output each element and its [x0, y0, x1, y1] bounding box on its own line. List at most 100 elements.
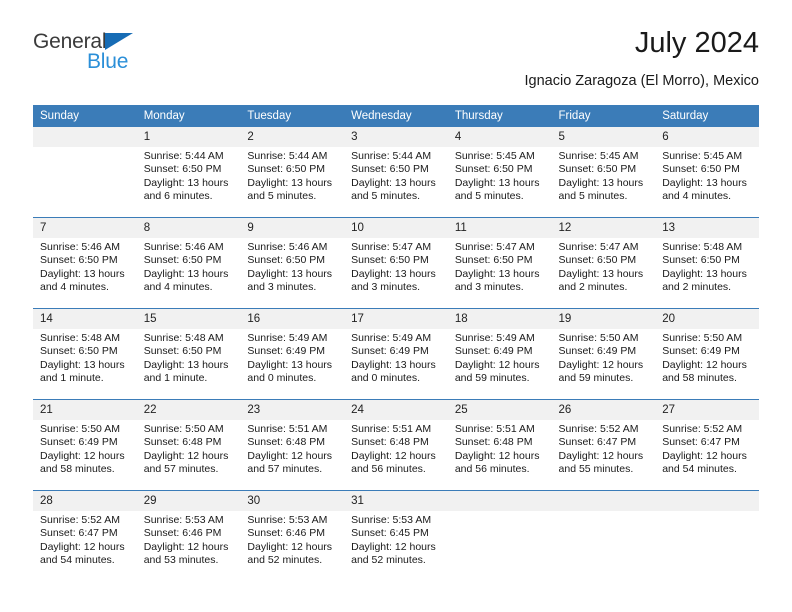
day-details: Sunrise: 5:52 AM Sunset: 6:47 PM Daylight:…	[552, 420, 656, 477]
calendar-day-cell[interactable]: 21 Sunrise: 5:50 AM Sunset: 6:49 PM Dayligh…	[33, 399, 137, 491]
calendar-day-cell[interactable]: 29 Sunrise: 5:53 AM Sunset: 6:46 PM Dayligh…	[136, 490, 241, 581]
calendar-day-cell[interactable]: 12 Sunrise: 5:47 AM Sunset: 6:50 PM Dayligh…	[551, 217, 656, 309]
daylight-duration-line2: and 58 minutes.	[40, 463, 115, 476]
daylight-duration-line1: Daylight: 12 hours	[40, 449, 125, 462]
daylight-duration-line1: Daylight: 13 hours	[247, 267, 333, 280]
sunset-time: Sunset: 6:50 PM	[40, 345, 118, 358]
day-number: 7	[33, 218, 137, 238]
sunset-time: Sunset: 6:48 PM	[247, 436, 326, 449]
daylight-duration-line2: and 5 minutes.	[454, 190, 524, 203]
daylight-duration-line1: Daylight: 13 hours	[40, 267, 125, 280]
sunset-time: Sunset: 6:50 PM	[143, 345, 222, 358]
daylight-duration-line1: Daylight: 13 hours	[247, 176, 333, 189]
calendar-day-cell[interactable]: 31 Sunrise: 5:53 AM Sunset: 6:45 PM Dayligh…	[344, 490, 448, 581]
daylight-duration-line2: and 2 minutes.	[662, 281, 732, 294]
sunrise-time: Sunrise: 5:50 AM	[40, 423, 120, 435]
calendar-day-cell[interactable]: 7 Sunrise: 5:46 AM Sunset: 6:50 PM Daylight…	[33, 217, 137, 309]
sunrise-time: Sunrise: 5:47 AM	[351, 241, 432, 253]
day-details: Sunrise: 5:52 AM Sunset: 6:47 PM Daylight:…	[655, 420, 759, 477]
sunset-time: Sunset: 6:49 PM	[247, 345, 326, 358]
day-details: Sunrise: 5:47 AM Sunset: 6:50 PM Daylight:…	[448, 238, 552, 295]
calendar-day-cell[interactable]: 5 Sunrise: 5:45 AM Sunset: 6:50 PM Daylight…	[551, 127, 656, 218]
day-number: 20	[655, 309, 759, 329]
calendar-grid: Sunday Monday Tuesday Wednesday Thursday…	[33, 105, 759, 581]
day-details: Sunrise: 5:45 AM Sunset: 6:50 PM Daylight:…	[448, 147, 552, 204]
day-cell-inner: 4 Sunrise: 5:45 AM Sunset: 6:50 PM Daylight…	[447, 127, 552, 217]
calendar-day-cell[interactable]: 27 Sunrise: 5:52 AM Sunset: 6:47 PM Dayligh…	[655, 399, 759, 491]
day-number: 26	[551, 400, 656, 420]
calendar-week-row: 14 Sunrise: 5:48 AM Sunset: 6:50 PM Dayligh…	[33, 308, 759, 400]
calendar-day-cell[interactable]: 22 Sunrise: 5:50 AM Sunset: 6:48 PM Dayligh…	[136, 399, 241, 491]
weekday-header-sunday: Sunday	[33, 105, 137, 127]
calendar-day-cell[interactable]: 1 Sunrise: 5:44 AM Sunset: 6:50 PM Daylight…	[136, 127, 241, 218]
calendar-day-cell[interactable]: 16 Sunrise: 5:49 AM Sunset: 6:49 PM Dayligh…	[240, 308, 345, 400]
day-number: 9	[240, 218, 345, 238]
calendar-day-cell[interactable]: 4 Sunrise: 5:45 AM Sunset: 6:50 PM Daylight…	[447, 127, 552, 218]
day-cell-inner: 31 Sunrise: 5:53 AM Sunset: 6:45 PM Dayligh…	[344, 491, 448, 581]
sunset-time: Sunset: 6:50 PM	[662, 163, 740, 176]
sunset-time: Sunset: 6:49 PM	[40, 436, 118, 449]
sunset-time: Sunset: 6:50 PM	[351, 163, 429, 176]
day-cell-inner: 29 Sunrise: 5:53 AM Sunset: 6:46 PM Dayligh…	[136, 491, 241, 581]
sunrise-time: Sunrise: 5:51 AM	[351, 423, 432, 435]
weekday-header-tuesday: Tuesday	[240, 105, 345, 127]
calendar-table: Sunday Monday Tuesday Wednesday Thursday…	[33, 105, 759, 581]
page-title: July 2024	[634, 27, 759, 59]
day-cell-inner: 24 Sunrise: 5:51 AM Sunset: 6:48 PM Dayligh…	[344, 400, 448, 490]
day-details: Sunrise: 5:47 AM Sunset: 6:50 PM Daylight:…	[344, 238, 448, 295]
calendar-day-cell[interactable]: 20 Sunrise: 5:50 AM Sunset: 6:49 PM Dayligh…	[655, 308, 759, 400]
day-number: 31	[344, 491, 448, 511]
day-details: Sunrise: 5:46 AM Sunset: 6:50 PM Daylight:…	[33, 238, 137, 295]
sunrise-time: Sunrise: 5:48 AM	[662, 241, 743, 253]
logo-text-general: General	[33, 30, 107, 53]
calendar-day-cell[interactable]: 19 Sunrise: 5:50 AM Sunset: 6:49 PM Dayligh…	[551, 308, 656, 400]
day-number: 5	[551, 127, 656, 147]
calendar-day-cell[interactable]: 26 Sunrise: 5:52 AM Sunset: 6:47 PM Dayligh…	[551, 399, 656, 491]
daylight-duration-line2: and 54 minutes.	[662, 463, 737, 476]
day-number: 27	[655, 400, 759, 420]
day-details: Sunrise: 5:45 AM Sunset: 6:50 PM Daylight:…	[655, 147, 759, 204]
calendar-day-cell[interactable]: 24 Sunrise: 5:51 AM Sunset: 6:48 PM Dayligh…	[344, 399, 448, 491]
day-details: Sunrise: 5:53 AM Sunset: 6:45 PM Daylight:…	[344, 511, 448, 568]
calendar-day-cell[interactable]: 25 Sunrise: 5:51 AM Sunset: 6:48 PM Dayligh…	[447, 399, 552, 491]
sunrise-time: Sunrise: 5:51 AM	[454, 423, 535, 435]
day-details: Sunrise: 5:51 AM Sunset: 6:48 PM Daylight:…	[448, 420, 552, 477]
daylight-duration-line1: Daylight: 12 hours	[558, 358, 644, 371]
general-blue-logo[interactable]: General Blue	[33, 31, 233, 87]
day-cell-inner	[33, 127, 137, 217]
day-cell-inner: 20 Sunrise: 5:50 AM Sunset: 6:49 PM Dayligh…	[655, 309, 759, 399]
calendar-day-cell[interactable]: 13 Sunrise: 5:48 AM Sunset: 6:50 PM Dayligh…	[655, 217, 759, 309]
day-cell-inner: 5 Sunrise: 5:45 AM Sunset: 6:50 PM Daylight…	[551, 127, 656, 217]
sunrise-time: Sunrise: 5:50 AM	[558, 332, 639, 344]
day-details: Sunrise: 5:46 AM Sunset: 6:50 PM Daylight:…	[240, 238, 344, 295]
day-details: Sunrise: 5:44 AM Sunset: 6:50 PM Daylight:…	[344, 147, 448, 204]
day-cell-inner: 22 Sunrise: 5:50 AM Sunset: 6:48 PM Dayligh…	[136, 400, 241, 490]
calendar-day-cell[interactable]: 9 Sunrise: 5:46 AM Sunset: 6:50 PM Daylight…	[240, 217, 345, 309]
day-number: 10	[344, 218, 448, 238]
sunrise-time: Sunrise: 5:44 AM	[247, 150, 328, 162]
calendar-day-cell[interactable]: 3 Sunrise: 5:44 AM Sunset: 6:50 PM Daylight…	[344, 127, 448, 218]
calendar-day-cell[interactable]: 23 Sunrise: 5:51 AM Sunset: 6:48 PM Dayligh…	[240, 399, 345, 491]
calendar-day-cell[interactable]: 6 Sunrise: 5:45 AM Sunset: 6:50 PM Daylight…	[655, 127, 759, 218]
daylight-duration-line1: Daylight: 13 hours	[351, 176, 436, 189]
calendar-day-cell[interactable]: 14 Sunrise: 5:48 AM Sunset: 6:50 PM Dayligh…	[33, 308, 137, 400]
daylight-duration-line2: and 52 minutes.	[351, 554, 426, 567]
day-details: Sunrise: 5:51 AM Sunset: 6:48 PM Daylight:…	[240, 420, 344, 477]
daylight-duration-line2: and 5 minutes.	[351, 190, 420, 203]
calendar-day-cell[interactable]: 18 Sunrise: 5:49 AM Sunset: 6:49 PM Dayligh…	[447, 308, 552, 400]
calendar-day-cell[interactable]: 30 Sunrise: 5:53 AM Sunset: 6:46 PM Dayligh…	[240, 490, 345, 581]
calendar-day-cell[interactable]: 15 Sunrise: 5:48 AM Sunset: 6:50 PM Dayligh…	[136, 308, 241, 400]
day-cell-inner	[551, 491, 656, 581]
calendar-day-cell[interactable]: 2 Sunrise: 5:44 AM Sunset: 6:50 PM Daylight…	[240, 127, 345, 218]
calendar-day-cell[interactable]: 10 Sunrise: 5:47 AM Sunset: 6:50 PM Dayligh…	[344, 217, 448, 309]
day-number: 25	[447, 400, 552, 420]
calendar-day-cell[interactable]: 17 Sunrise: 5:49 AM Sunset: 6:49 PM Dayligh…	[344, 308, 448, 400]
daylight-duration-line2: and 52 minutes.	[247, 554, 323, 567]
sunset-time: Sunset: 6:50 PM	[143, 163, 222, 176]
daylight-duration-line2: and 1 minute.	[40, 372, 104, 385]
calendar-day-cell[interactable]: 8 Sunrise: 5:46 AM Sunset: 6:50 PM Daylight…	[136, 217, 241, 309]
calendar-day-cell[interactable]: 28 Sunrise: 5:52 AM Sunset: 6:47 PM Dayligh…	[33, 490, 137, 581]
calendar-day-cell[interactable]: 11 Sunrise: 5:47 AM Sunset: 6:50 PM Dayligh…	[447, 217, 552, 309]
calendar-body: 1 Sunrise: 5:44 AM Sunset: 6:50 PM Daylight…	[33, 127, 759, 581]
day-details: Sunrise: 5:44 AM Sunset: 6:50 PM Daylight:…	[137, 147, 241, 204]
